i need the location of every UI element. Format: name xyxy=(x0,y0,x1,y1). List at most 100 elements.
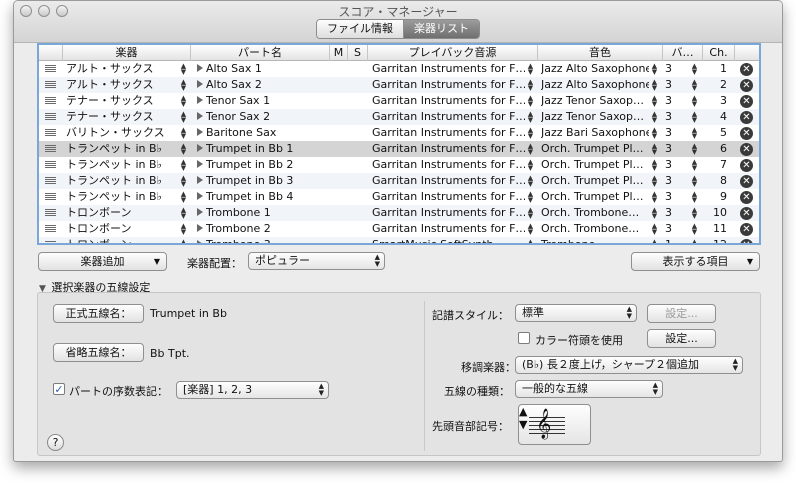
updown-arrows-icon[interactable]: ▲▼ xyxy=(527,143,534,156)
table-row[interactable]: トランペット in B♭ ▲ ▼ Trumpet in Bb 3 Garritan In… xyxy=(39,173,759,189)
updown-arrows-icon[interactable]: ▲▼ xyxy=(691,207,698,220)
notation-style-popup[interactable]: 標準 ▲ ▼ xyxy=(515,304,637,322)
drag-handle-icon[interactable] xyxy=(45,97,56,105)
drag-handle-icon[interactable] xyxy=(45,225,56,233)
disclosure-triangle-icon[interactable] xyxy=(197,160,203,168)
updown-arrows-icon[interactable]: ▲▼ xyxy=(527,111,534,124)
updown-arrows-icon[interactable]: ▲▼ xyxy=(651,207,658,220)
updown-arrows-icon[interactable]: ▲▼ xyxy=(691,63,698,76)
delete-icon[interactable]: ✕ xyxy=(740,111,753,124)
drag-handle-icon[interactable] xyxy=(45,81,56,89)
part-name-cell[interactable]: Alto Sax 2 xyxy=(197,77,329,93)
abbr-staff-name-button[interactable]: 省略五線名： xyxy=(53,343,144,362)
part-name-cell[interactable]: Trombone 1 xyxy=(197,205,329,221)
updown-arrows-icon[interactable]: ▲▼ xyxy=(527,95,534,108)
updown-arrows-icon[interactable]: ▲▼ xyxy=(180,175,187,188)
disclosure-triangle-icon[interactable] xyxy=(197,208,203,216)
tab-file-info[interactable]: ファイル情報 xyxy=(317,20,404,38)
drag-handle-icon[interactable] xyxy=(45,241,56,243)
updown-arrows-icon[interactable]: ▲▼ xyxy=(180,95,187,108)
delete-icon[interactable]: ✕ xyxy=(740,63,753,76)
updown-arrows-icon[interactable]: ▲▼ xyxy=(651,191,658,204)
table-row[interactable]: バリトン・サックス ▲ ▼ Baritone Sax Garritan Instrume… xyxy=(39,125,759,141)
table-row[interactable]: トランペット in B♭ ▲ ▼ Trumpet in Bb 2 Garritan In… xyxy=(39,157,759,173)
first-clef-selector[interactable]: 𝄞 ▲ ▼ xyxy=(518,404,591,445)
drag-handle-icon[interactable] xyxy=(45,145,56,153)
table-row[interactable]: テナー・サックス ▲ ▼ Tenor Sax 2 Garritan Instrument… xyxy=(39,109,759,125)
header-part-name[interactable]: パート名 xyxy=(191,45,330,61)
part-name-cell[interactable]: Tenor Sax 1 xyxy=(197,93,329,109)
tab-instrument-list[interactable]: 楽器リスト xyxy=(404,20,479,38)
updown-arrows-icon[interactable]: ▲▼ xyxy=(180,223,187,236)
delete-icon[interactable]: ✕ xyxy=(740,223,753,236)
table-row[interactable]: アルト・サックス ▲ ▼ Alto Sax 1 Garritan Instruments… xyxy=(39,61,759,77)
add-instrument-button[interactable]: 楽器追加 ▼ xyxy=(38,252,167,271)
header-bank[interactable]: バ… xyxy=(663,45,703,61)
staff-type-popup[interactable]: 一般的な五線 ▲ ▼ xyxy=(515,380,663,398)
updown-arrows-icon[interactable]: ▲▼ xyxy=(651,127,658,140)
updown-arrows-icon[interactable]: ▲▼ xyxy=(691,223,698,236)
table-row[interactable]: アルト・サックス ▲ ▼ Alto Sax 2 Garritan Instruments… xyxy=(39,77,759,93)
header-instrument[interactable]: 楽器 xyxy=(63,45,191,61)
disclosure-triangle-icon[interactable] xyxy=(197,112,203,120)
delete-icon[interactable]: ✕ xyxy=(740,175,753,188)
drag-handle-icon[interactable] xyxy=(45,161,56,169)
delete-icon[interactable]: ✕ xyxy=(740,159,753,172)
disclosure-triangle-icon[interactable] xyxy=(197,192,203,200)
header-mute[interactable]: M xyxy=(330,45,348,61)
updown-arrows-icon[interactable]: ▲▼ xyxy=(527,159,534,172)
header-playback[interactable]: プレイバック音源 xyxy=(368,45,538,61)
delete-icon[interactable]: ✕ xyxy=(740,79,753,92)
updown-arrows-icon[interactable]: ▲▼ xyxy=(691,95,698,108)
transposition-popup[interactable]: (B♭) 長２度上げ，シャープ２個追加 ▲ ▼ xyxy=(515,356,743,374)
updown-arrows-icon[interactable]: ▲▼ xyxy=(180,111,187,124)
updown-arrows-icon[interactable]: ▲▼ xyxy=(691,127,698,140)
drag-handle-icon[interactable] xyxy=(45,193,56,201)
table-row[interactable]: トロンボーン ▲ ▼ Trombone 1 Garritan Instruments f… xyxy=(39,205,759,221)
delete-icon[interactable]: ✕ xyxy=(740,127,753,140)
show-items-button[interactable]: 表示する項目 ▼ xyxy=(631,252,760,271)
delete-icon[interactable]: ✕ xyxy=(740,191,753,204)
disclosure-triangle-icon[interactable] xyxy=(197,240,203,243)
updown-arrows-icon[interactable]: ▲▼ xyxy=(691,111,698,124)
updown-arrows-icon[interactable]: ▲▼ xyxy=(527,175,534,188)
full-staff-name-button[interactable]: 正式五線名： xyxy=(53,304,144,323)
header-channel[interactable]: Ch. xyxy=(703,45,735,61)
updown-arrows-icon[interactable]: ▲▼ xyxy=(651,143,658,156)
part-name-cell[interactable]: Alto Sax 1 xyxy=(197,61,329,77)
delete-icon[interactable]: ✕ xyxy=(740,95,753,108)
part-name-cell[interactable]: Trombone 3 xyxy=(197,237,329,243)
part-name-cell[interactable]: Trumpet in Bb 1 xyxy=(197,141,329,157)
updown-arrows-icon[interactable]: ▲▼ xyxy=(651,175,658,188)
part-name-cell[interactable]: Tenor Sax 2 xyxy=(197,109,329,125)
table-row[interactable]: トロンボーン ▲ ▼ Trombone 2 Garritan Instruments f… xyxy=(39,221,759,237)
part-name-cell[interactable]: Trumpet in Bb 2 xyxy=(197,157,329,173)
updown-arrows-icon[interactable]: ▲▼ xyxy=(651,223,658,236)
drag-handle-icon[interactable] xyxy=(45,129,56,137)
updown-arrows-icon[interactable]: ▲▼ xyxy=(691,143,698,156)
drag-handle-icon[interactable] xyxy=(45,209,56,217)
updown-arrows-icon[interactable]: ▲▼ xyxy=(651,63,658,76)
updown-arrows-icon[interactable]: ▲▼ xyxy=(180,159,187,172)
disclosure-triangle-icon[interactable] xyxy=(197,80,203,88)
updown-arrows-icon[interactable]: ▲▼ xyxy=(651,111,658,124)
updown-arrows-icon[interactable]: ▲▼ xyxy=(180,207,187,220)
color-noteheads-checkbox[interactable] xyxy=(518,332,530,344)
help-button[interactable]: ? xyxy=(47,434,64,451)
updown-arrows-icon[interactable]: ▲▼ xyxy=(527,207,534,220)
updown-arrows-icon[interactable]: ▲▼ xyxy=(651,95,658,108)
updown-arrows-icon[interactable]: ▲▼ xyxy=(691,159,698,172)
part-name-cell[interactable]: Trombone 2 xyxy=(197,221,329,237)
updown-arrows-icon[interactable]: ▲▼ xyxy=(691,191,698,204)
updown-arrows-icon[interactable]: ▲▼ xyxy=(180,143,187,156)
updown-arrows-icon[interactable]: ▲▼ xyxy=(651,79,658,92)
delete-icon[interactable]: ✕ xyxy=(740,207,753,220)
updown-arrows-icon[interactable]: ▲▼ xyxy=(527,191,534,204)
updown-arrows-icon[interactable]: ▲▼ xyxy=(527,79,534,92)
header-solo[interactable]: S xyxy=(348,45,368,61)
disclosure-triangle-icon[interactable] xyxy=(197,144,203,152)
updown-arrows-icon[interactable]: ▲▼ xyxy=(527,239,534,244)
updown-arrows-icon[interactable]: ▲▼ xyxy=(527,223,534,236)
updown-arrows-icon[interactable]: ▲▼ xyxy=(180,63,187,76)
updown-arrows-icon[interactable]: ▲▼ xyxy=(527,127,534,140)
